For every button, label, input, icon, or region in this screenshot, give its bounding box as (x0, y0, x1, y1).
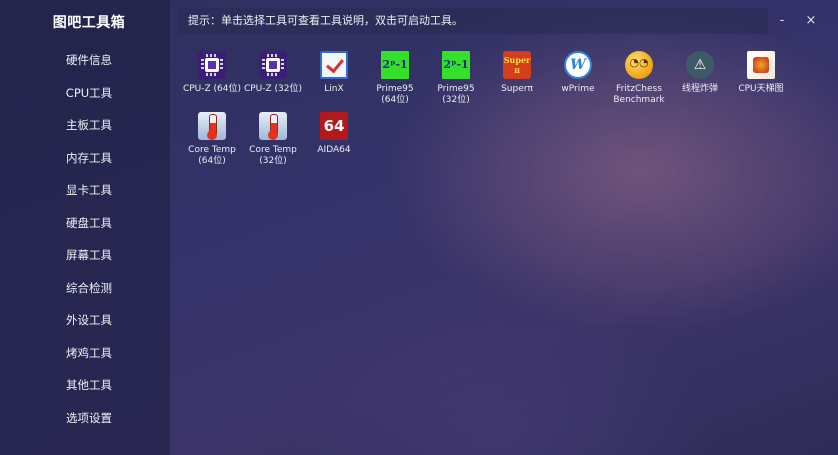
tool-label: Core Temp (32位) (249, 145, 297, 166)
sidebar-item-peripheral-tools[interactable]: 外设工具 (0, 304, 178, 337)
sidebar-item-cpu-tools[interactable]: CPU工具 (0, 77, 178, 110)
coretemp-icon (259, 112, 287, 140)
tool-label: CPU天梯图 (738, 84, 784, 94)
cpuz-icon (259, 51, 287, 79)
app-title: 图吧工具箱 (52, 15, 126, 31)
tool-label: AIDA64 (317, 145, 351, 155)
linx-icon (320, 51, 348, 79)
hint-bar: 提示：单击选择工具可查看工具说明，双击可启动工具。 (178, 8, 768, 34)
tool-label: CPU-Z (32位) (243, 84, 303, 94)
sidebar-nav: 硬件信息 CPU工具 主板工具 内存工具 显卡工具 硬盘工具 屏幕工具 综合检测… (0, 44, 178, 434)
close-button[interactable]: × (800, 10, 822, 32)
sidebar-item-motherboard-tools[interactable]: 主板工具 (0, 109, 178, 142)
tool-prime95-64[interactable]: 2ᵖ-1 Prime95 (64位) (363, 50, 427, 106)
hint-text: 提示：单击选择工具可查看工具说明，双击可启动工具。 (188, 14, 463, 27)
tool-label: CPU-Z (64位) (182, 84, 242, 94)
tool-label: LinX (324, 84, 344, 94)
warning-icon: ⚠ (686, 51, 714, 79)
tool-label: Prime95 (32位) (437, 84, 475, 105)
prime95-icon: 2ᵖ-1 (442, 51, 470, 79)
tool-aida64[interactable]: 64 AIDA64 (302, 111, 366, 156)
tool-label: Superπ (501, 84, 533, 94)
sidebar-item-hardware-info[interactable]: 硬件信息 (0, 44, 178, 77)
prime95-icon: 2ᵖ-1 (381, 51, 409, 79)
minimize-button[interactable]: - (771, 10, 793, 32)
sidebar-item-stress-tools[interactable]: 烤鸡工具 (0, 337, 178, 370)
tool-wprime[interactable]: W wPrime (546, 50, 610, 95)
tool-coretemp-32[interactable]: Core Temp (32位) (241, 111, 305, 167)
tool-thread-bomb[interactable]: ⚠ 线程炸弹 (668, 50, 732, 95)
tool-coretemp-64[interactable]: Core Temp (64位) (180, 111, 244, 167)
superpi-icon: Super π (503, 51, 531, 79)
cpuz-icon (198, 51, 226, 79)
coretemp-icon (198, 112, 226, 140)
tool-label: FritzChess Benchmark (613, 84, 665, 105)
sidebar-item-disk-tools[interactable]: 硬盘工具 (0, 207, 178, 240)
app-window: 图吧工具箱 硬件信息 CPU工具 主板工具 内存工具 显卡工具 硬盘工具 屏幕工… (0, 0, 838, 455)
sidebar-item-memory-tools[interactable]: 内存工具 (0, 142, 178, 175)
fritzchess-icon: ◔◔ (625, 51, 653, 79)
aida64-icon: 64 (320, 112, 348, 140)
tool-linx[interactable]: LinX (302, 50, 366, 95)
tool-cpuz-32[interactable]: CPU-Z (32位) (241, 50, 305, 95)
tool-cpuz-64[interactable]: CPU-Z (64位) (180, 50, 244, 95)
cpu-ladder-icon (747, 51, 775, 79)
sidebar-item-other-tools[interactable]: 其他工具 (0, 369, 178, 402)
wprime-icon: W (564, 51, 592, 79)
sidebar-item-comprehensive-test[interactable]: 综合检测 (0, 272, 178, 305)
tool-label: Core Temp (64位) (188, 145, 236, 166)
tool-superpi[interactable]: Super π Superπ (485, 50, 549, 95)
sidebar-item-settings[interactable]: 选项设置 (0, 402, 178, 435)
sidebar-item-gpu-tools[interactable]: 显卡工具 (0, 174, 178, 207)
sidebar-item-screen-tools[interactable]: 屏幕工具 (0, 239, 178, 272)
tool-label: 线程炸弹 (681, 84, 718, 94)
tool-prime95-32[interactable]: 2ᵖ-1 Prime95 (32位) (424, 50, 488, 106)
tool-fritzchess[interactable]: ◔◔ FritzChess Benchmark (607, 50, 671, 106)
tool-label: Prime95 (64位) (376, 84, 414, 105)
tool-label: wPrime (561, 84, 595, 94)
tool-cpu-ladder[interactable]: CPU天梯图 (729, 50, 793, 95)
